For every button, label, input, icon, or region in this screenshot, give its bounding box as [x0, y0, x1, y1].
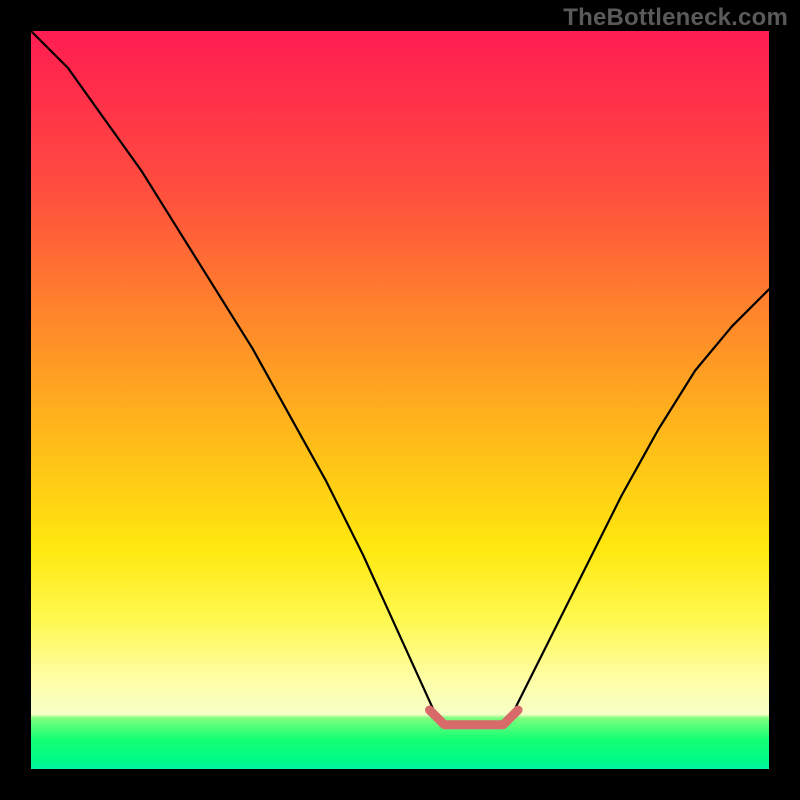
curve-overlay: [31, 31, 769, 769]
bottleneck-curve: [31, 31, 769, 725]
trough-highlight: [430, 710, 519, 725]
watermark-text: TheBottleneck.com: [563, 4, 788, 32]
plot-area: [31, 31, 769, 769]
chart-frame: TheBottleneck.com: [0, 0, 800, 800]
